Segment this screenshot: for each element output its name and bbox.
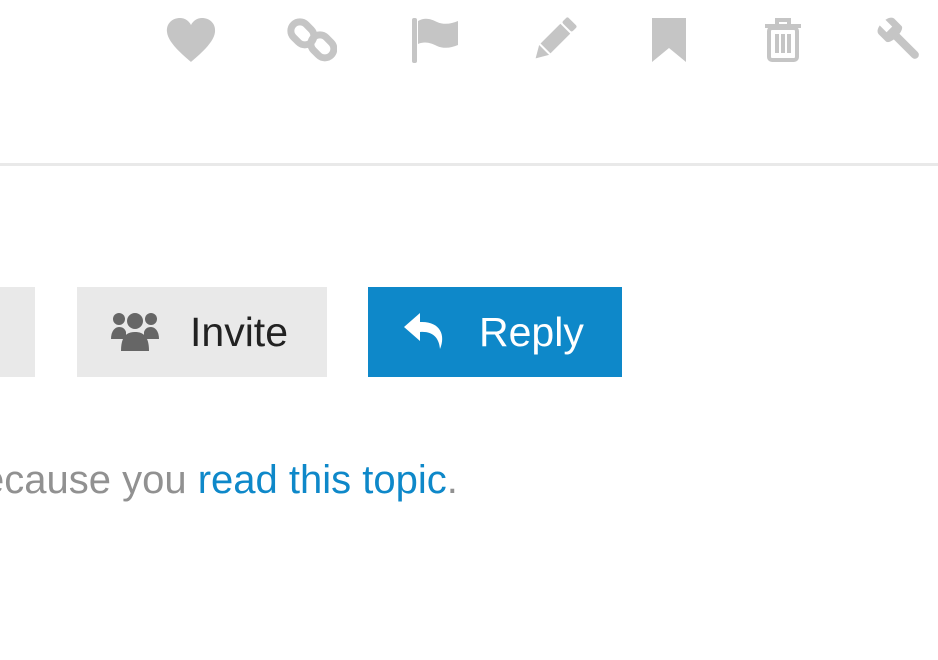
users-icon bbox=[111, 313, 159, 351]
share-link-button[interactable] bbox=[286, 14, 338, 66]
invite-button[interactable]: Invite bbox=[77, 287, 327, 377]
notification-reason-prefix: ecause you bbox=[0, 458, 198, 502]
pencil-icon bbox=[535, 17, 577, 59]
post-actions-bar bbox=[0, 0, 938, 80]
bookmark-icon bbox=[652, 18, 686, 62]
reply-arrow-icon bbox=[404, 313, 443, 349]
like-button[interactable] bbox=[165, 14, 217, 66]
edit-button[interactable] bbox=[528, 14, 580, 66]
delete-button[interactable] bbox=[757, 14, 809, 66]
invite-button-label: Invite bbox=[190, 309, 288, 355]
trash-icon bbox=[765, 18, 801, 62]
heart-icon bbox=[166, 18, 216, 62]
flag-button[interactable] bbox=[409, 14, 461, 66]
reply-button-label: Reply bbox=[479, 309, 584, 355]
wrench-icon bbox=[877, 17, 919, 59]
notification-reason: ecause you read this topic. bbox=[0, 458, 458, 503]
link-icon bbox=[287, 18, 337, 62]
notification-reason-suffix: . bbox=[446, 458, 458, 502]
read-topic-link[interactable]: read this topic bbox=[198, 458, 447, 502]
topic-page: Invite Reply ecause you read this topic. bbox=[0, 0, 938, 660]
flag-icon bbox=[412, 18, 458, 63]
bookmark-button[interactable] bbox=[643, 14, 695, 66]
admin-button[interactable] bbox=[874, 14, 926, 66]
section-divider bbox=[0, 163, 938, 166]
partial-footer-button[interactable] bbox=[0, 287, 35, 377]
reply-button[interactable]: Reply bbox=[368, 287, 622, 377]
